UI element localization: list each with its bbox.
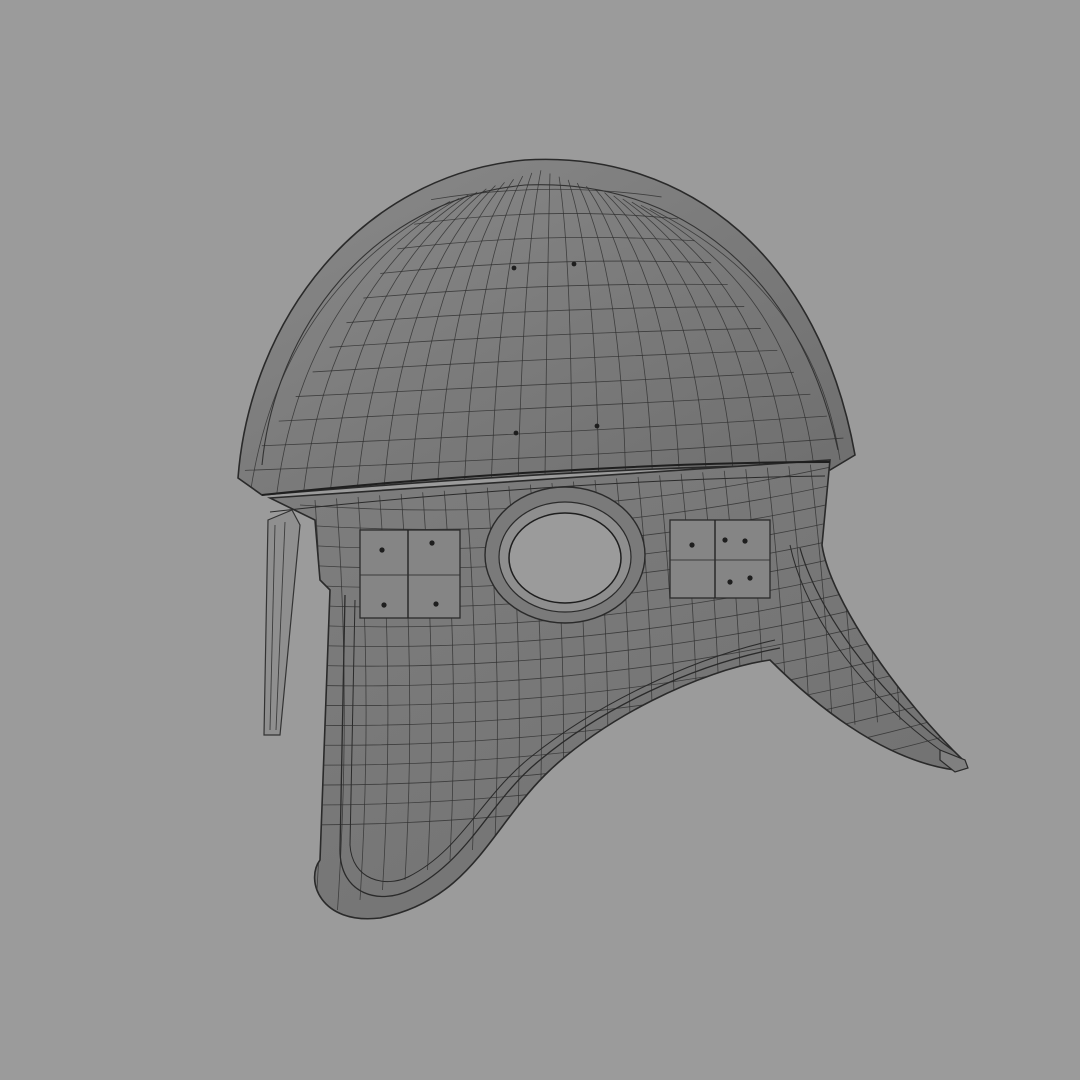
- dome: [237, 158, 856, 496]
- ear-hole: [484, 486, 646, 624]
- side-plate-left: [359, 529, 461, 619]
- helmet-model: [237, 158, 969, 920]
- side-plate-right: [669, 519, 771, 599]
- strap: [263, 509, 301, 736]
- render-viewport: [0, 0, 1080, 1080]
